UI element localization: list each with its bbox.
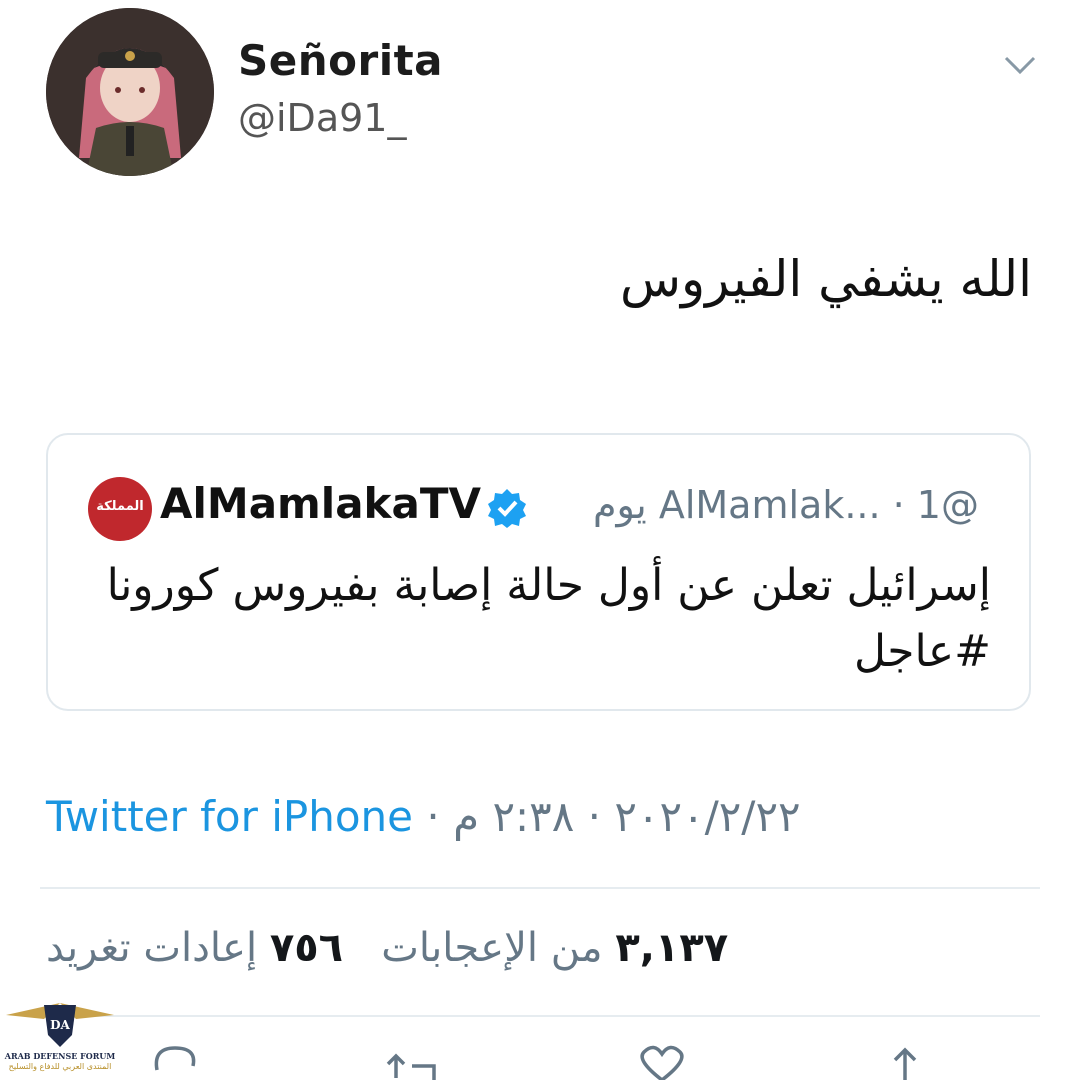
engagement-stats: ٣,١٣٧ من الإعجابات ٧٥٦ إعادات تغريد xyxy=(46,925,728,971)
meta-separator: · xyxy=(426,792,440,841)
watermark-badge: DA xyxy=(50,1018,70,1032)
tweet-date[interactable]: ٢٠٢٠/٢/٢٢ xyxy=(614,792,800,841)
watermark-logo: DA ARAB DEFENSE FORUM المنتدى العربي للد… xyxy=(4,995,116,1075)
quoted-account-name[interactable]: AlMamlakaTV xyxy=(160,479,481,528)
eagle-emblem-icon: DA xyxy=(6,1003,114,1047)
likes-count: ٣,١٣٧ xyxy=(615,925,729,971)
tweet-text: الله يشفي الفيروس xyxy=(619,250,1032,308)
retweets-count: ٧٥٦ xyxy=(269,925,344,971)
retweets-stat[interactable]: ٧٥٦ إعادات تغريد xyxy=(46,925,343,971)
quoted-tweet-text: إسرائيل تعلن عن أول حالة إصابة بفيروس كو… xyxy=(106,560,991,677)
watermark-text-english: ARAB DEFENSE FORUM xyxy=(4,1051,116,1061)
quoted-account-logo-text: المملكة xyxy=(96,499,144,514)
watermark-text-arabic: المنتدى العربي للدفاع والتسليح xyxy=(8,1062,112,1071)
tweet-time[interactable]: ٢:٣٨ م xyxy=(453,792,574,841)
quoted-tweet-card[interactable]: المملكة AlMamlakaTV @AlMamlak... · 1 يوم… xyxy=(46,433,1031,711)
retweet-icon[interactable] xyxy=(382,1040,442,1080)
reply-icon[interactable] xyxy=(145,1040,205,1080)
author-display-name[interactable]: Señorita xyxy=(238,36,443,85)
verified-badge-icon xyxy=(488,489,526,528)
meta-separator: · xyxy=(587,792,601,841)
divider xyxy=(40,1015,1040,1017)
avatar-illustration xyxy=(46,8,214,176)
action-bar xyxy=(0,1040,1080,1080)
like-icon[interactable] xyxy=(632,1040,692,1080)
tweet-meta-line: Twitter for iPhone · ٢٠٢٠/٢/٢٢ · ٢:٣٨ م xyxy=(46,792,801,841)
chevron-down-icon[interactable] xyxy=(1000,50,1040,80)
quoted-handle-and-time: @AlMamlak... · 1 يوم xyxy=(593,483,979,527)
share-icon[interactable] xyxy=(875,1040,935,1080)
author-avatar[interactable] xyxy=(46,8,214,176)
likes-label: من الإعجابات xyxy=(381,925,603,971)
retweets-label: إعادات تغريد xyxy=(46,925,258,971)
author-handle[interactable]: @iDa91_ xyxy=(238,96,406,140)
likes-stat[interactable]: ٣,١٣٧ من الإعجابات xyxy=(381,925,728,971)
source-link[interactable]: Twitter for iPhone xyxy=(46,792,413,841)
divider xyxy=(40,887,1040,889)
quoted-account-logo[interactable]: المملكة xyxy=(88,477,152,541)
